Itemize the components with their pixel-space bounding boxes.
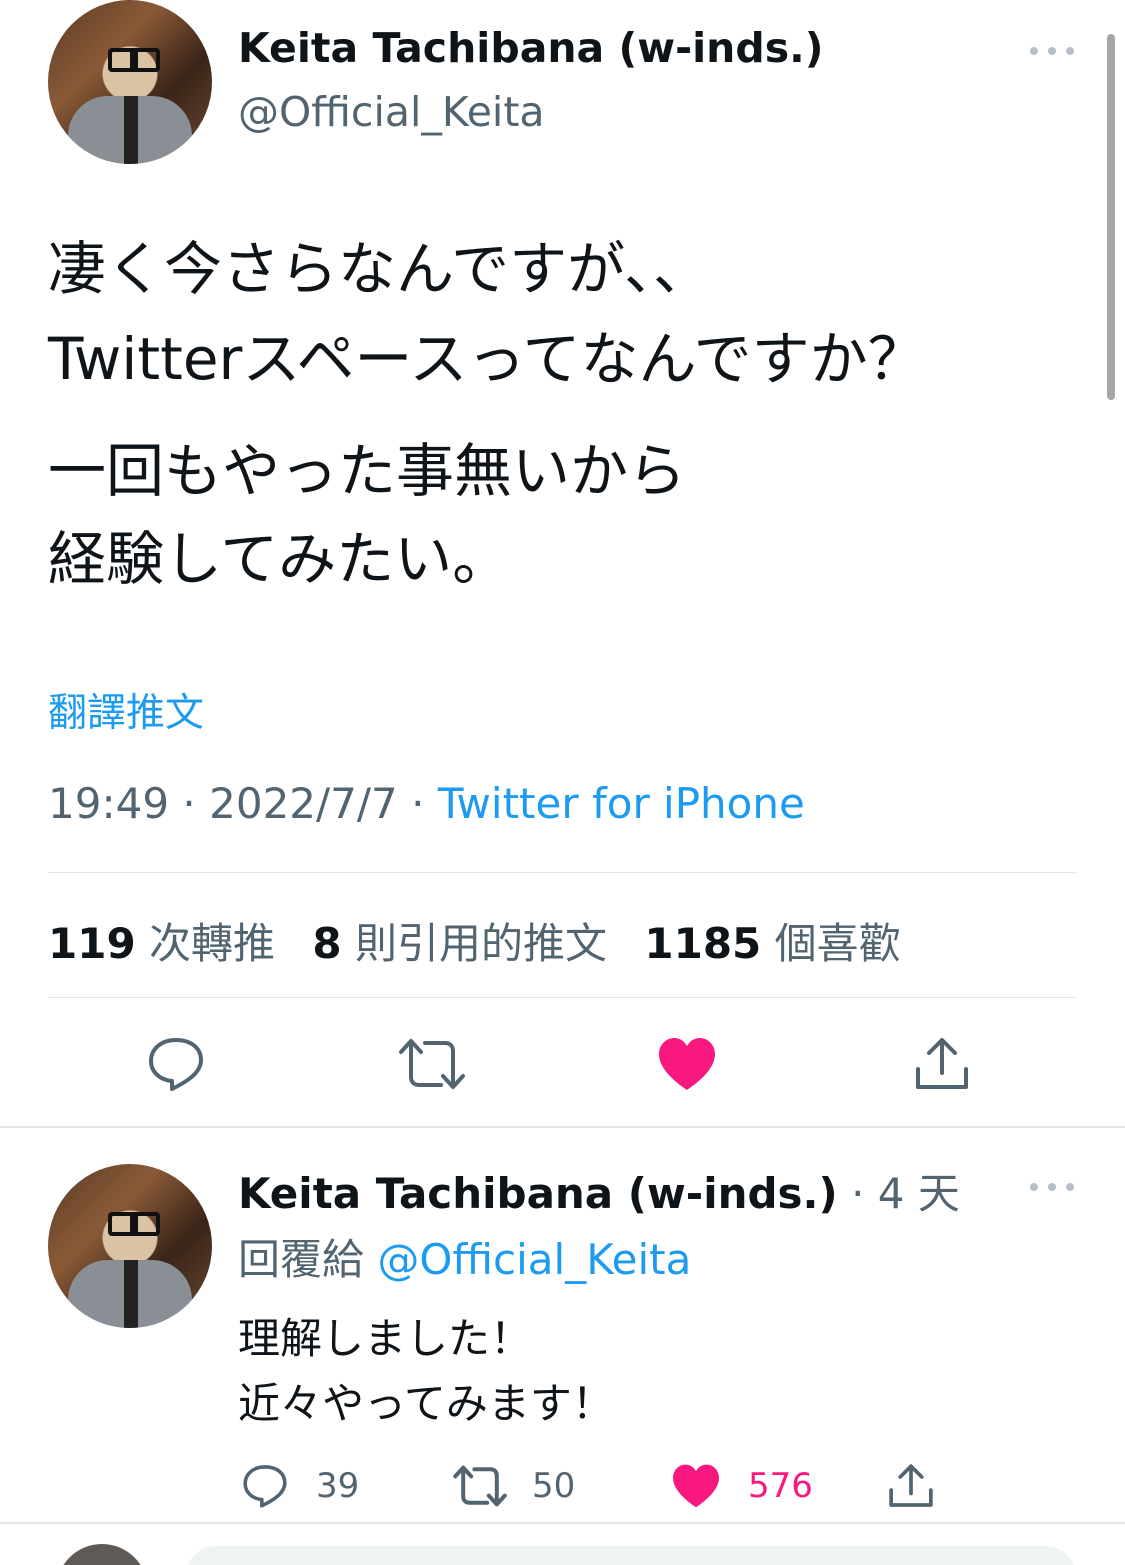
reply-reply-count: 39: [316, 1466, 360, 1506]
scrollbar[interactable]: [1107, 34, 1115, 400]
retweet-icon: [453, 1465, 507, 1507]
heart-filled-icon: [673, 1464, 719, 1508]
tweet-time[interactable]: 19:49: [48, 779, 169, 828]
author-name[interactable]: Keita Tachibana (w-inds.): [238, 24, 823, 72]
likes-stat[interactable]: 1185 個喜歡: [644, 919, 900, 968]
next-user-avatar[interactable]: [56, 1544, 148, 1565]
retweet-icon: [399, 1039, 465, 1089]
reply-button[interactable]: [144, 1034, 208, 1094]
reply-author-name[interactable]: Keita Tachibana (w-inds.): [238, 1169, 838, 1218]
meta-separator: ·: [182, 779, 196, 828]
replying-to: 回覆給 @Official_Keita: [238, 1226, 691, 1287]
tweet-text-line-3: 一回もやった事無いから: [48, 437, 687, 505]
share-icon: [889, 1464, 933, 1507]
replying-to-handle[interactable]: @Official_Keita: [377, 1235, 691, 1284]
tweet-detail-page: Keita Tachibana (w-inds.) @Official_Keit…: [0, 0, 1125, 1565]
tweet-text-line-1: 凄く今さらなんですが、、: [48, 235, 711, 303]
divider: [48, 872, 1077, 873]
ellipsis-icon[interactable]: [1030, 1180, 1074, 1192]
retweets-count: 119: [48, 919, 136, 968]
tweet-date[interactable]: 2022/7/7: [209, 779, 398, 828]
reply-retweet-button[interactable]: [452, 1462, 508, 1510]
share-icon: [916, 1038, 968, 1089]
heart-filled-icon: [659, 1038, 715, 1090]
quotes-label: 則引用的推文: [355, 919, 608, 968]
tweet-meta: 19:49 · 2022/7/7 · Twitter for iPhone: [48, 779, 805, 828]
avatar-glasses: [108, 48, 160, 72]
replying-to-label: 回覆給: [238, 1235, 365, 1284]
retweets-label: 次轉推: [149, 919, 276, 968]
quotes-count: 8: [312, 919, 342, 968]
likes-count: 1185: [644, 919, 762, 968]
tweet-text-line-2: Twitterスペースってなんですか？: [48, 325, 926, 393]
quotes-stat[interactable]: 8 則引用的推文: [312, 919, 607, 968]
reply-icon: [149, 1038, 203, 1091]
reply-text-line-1: 理解しました！: [238, 1314, 533, 1363]
section-divider: [0, 1126, 1125, 1128]
share-button[interactable]: [912, 1034, 972, 1094]
reply-compose-input[interactable]: [186, 1546, 1076, 1565]
reply-separator: ·: [851, 1169, 865, 1218]
reply-author-avatar[interactable]: [48, 1164, 212, 1328]
reply-reply-button[interactable]: [240, 1462, 290, 1510]
tweet-stats: 119 次轉推 8 則引用的推文 1185 個喜歡: [48, 910, 901, 971]
avatar-tie: [124, 96, 138, 164]
reply-text: 理解しました！ 近々やってみます！: [238, 1306, 614, 1436]
avatar-glasses: [108, 1212, 160, 1236]
retweets-stat[interactable]: 119 次轉推: [48, 919, 275, 968]
reply-like-button[interactable]: [670, 1462, 722, 1510]
tweet-text-line-4: 経験してみたい。: [48, 525, 511, 593]
reply-icon: [243, 1465, 287, 1508]
author-handle[interactable]: @Official_Keita: [238, 88, 545, 136]
ellipsis-icon[interactable]: [1030, 44, 1074, 56]
reply-retweet-count: 50: [532, 1466, 576, 1506]
avatar-tie: [124, 1260, 138, 1328]
divider: [48, 997, 1077, 998]
author-avatar[interactable]: [48, 0, 212, 164]
likes-label: 個喜歡: [774, 919, 901, 968]
reply-share-button[interactable]: [886, 1462, 936, 1510]
reply-header: Keita Tachibana (w-inds.) · 4 天: [238, 1160, 960, 1221]
reply-like-count: 576: [748, 1466, 813, 1506]
translate-tweet-link[interactable]: 翻譯推文: [48, 682, 204, 738]
like-button[interactable]: [656, 1034, 718, 1094]
section-divider: [0, 1522, 1125, 1524]
meta-separator: ·: [411, 779, 425, 828]
reply-time[interactable]: 4 天: [878, 1169, 960, 1218]
reply-text-line-2: 近々やってみます！: [238, 1379, 614, 1429]
retweet-button[interactable]: [396, 1036, 468, 1092]
tweet-source[interactable]: Twitter for iPhone: [438, 779, 805, 828]
